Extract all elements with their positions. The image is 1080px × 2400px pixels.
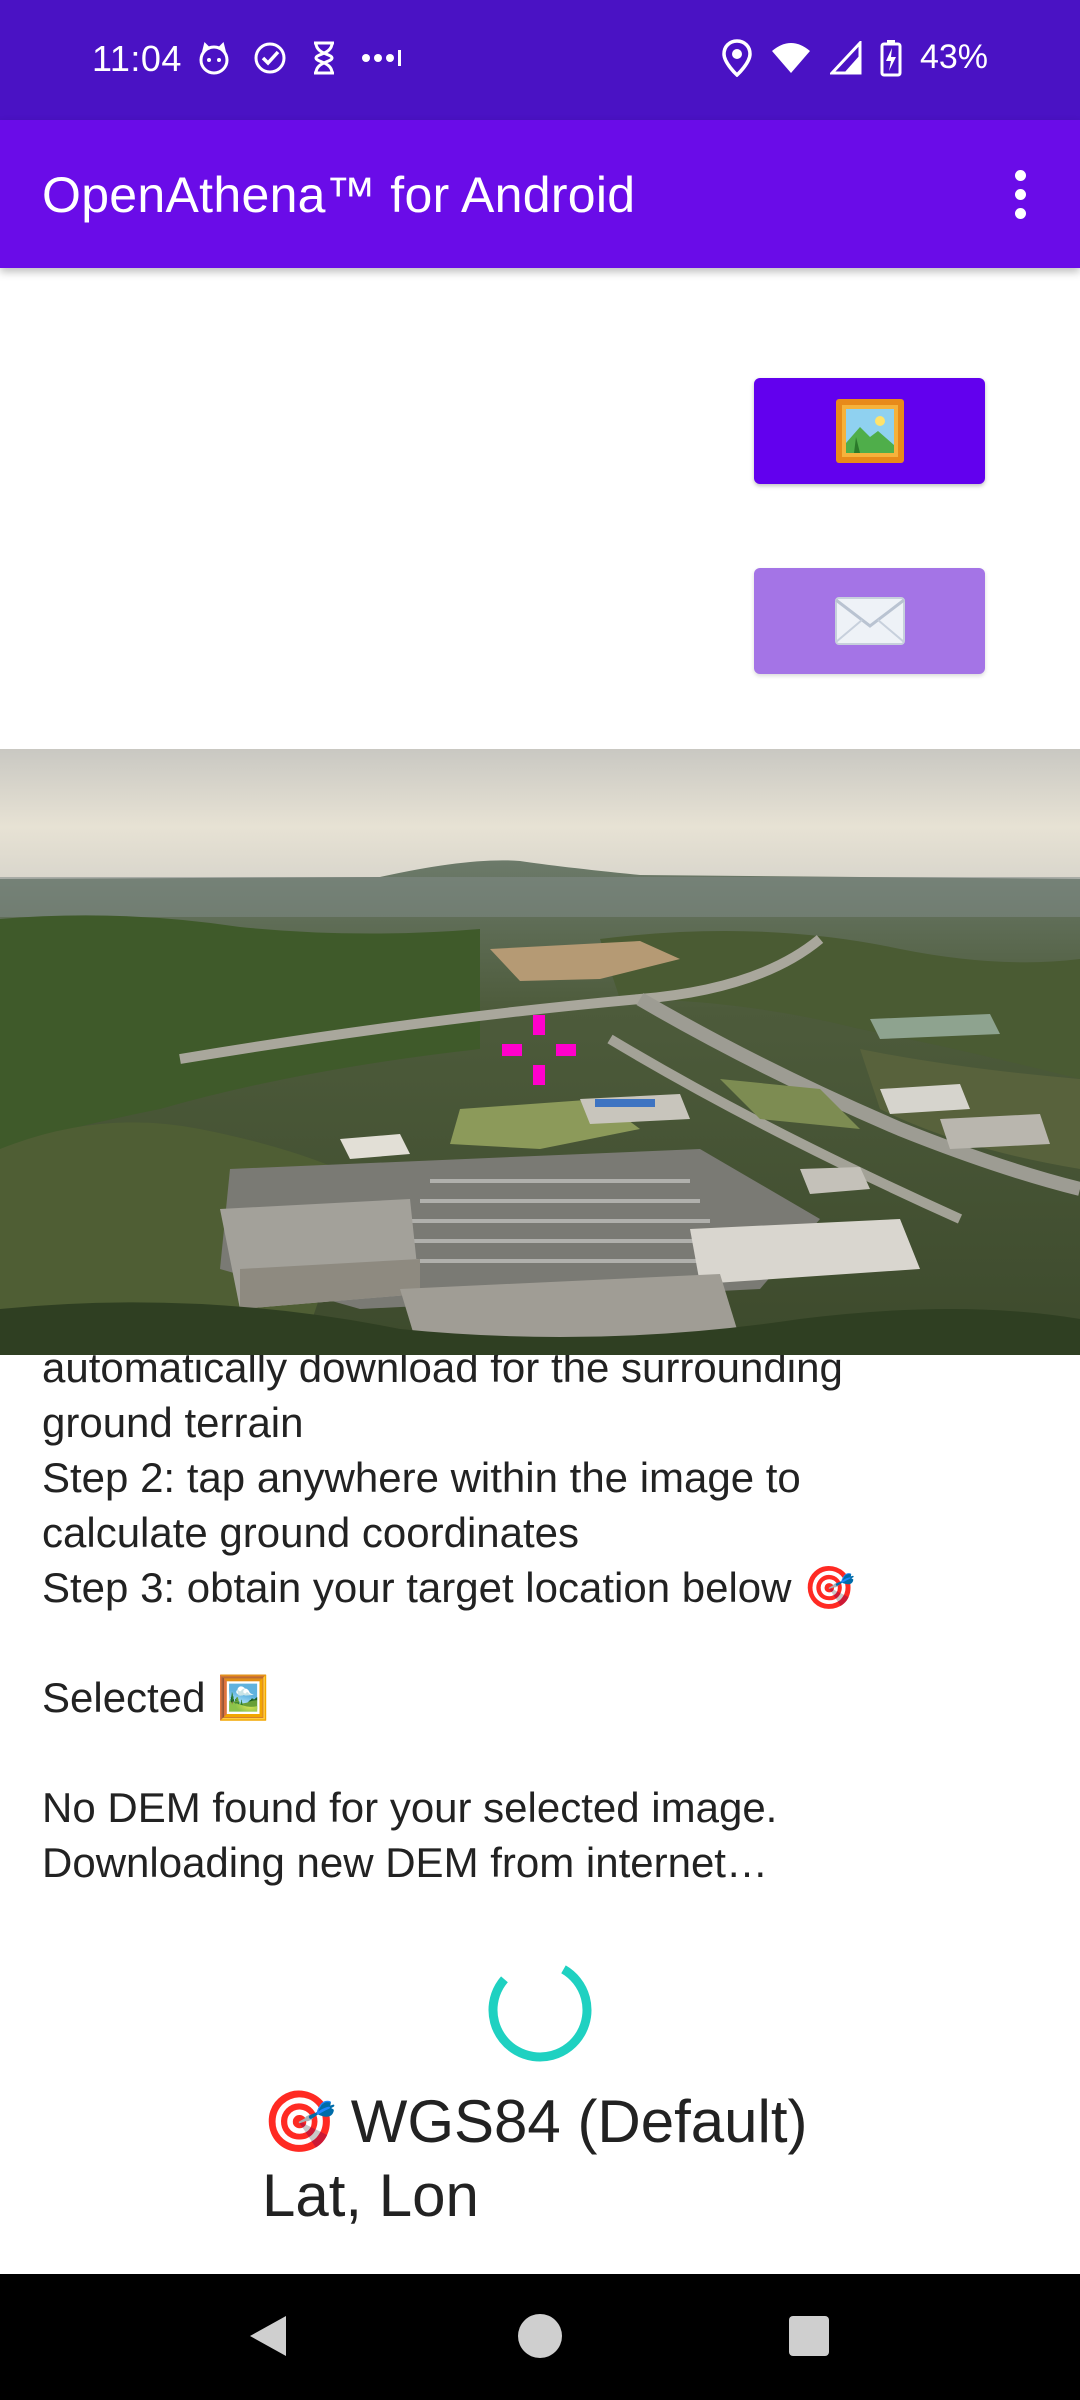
wifi-icon (771, 42, 810, 73)
screen: 11:04 43% OpenAthena™ for Android automa… (0, 0, 1080, 2400)
status-bar: 11:04 43% (0, 0, 1080, 120)
back-icon[interactable] (244, 2312, 292, 2360)
instructions-scroll[interactable]: automatically download for the surroundi… (0, 1355, 1080, 1955)
select-image-button[interactable] (754, 378, 985, 484)
more-dots-icon (362, 50, 401, 66)
send-email-button[interactable] (754, 568, 985, 674)
selected-status: Selected 🖼️ (42, 1674, 270, 1721)
hourglass-icon (314, 41, 334, 75)
check-circle-icon (254, 42, 286, 74)
coords-label: Lat, Lon (262, 2162, 479, 2229)
recent-apps-icon[interactable] (788, 2315, 830, 2357)
signal-icon (829, 40, 862, 74)
instruction-step-3: Step 3: obtain your target location belo… (42, 1564, 856, 1611)
battery-charging-icon (880, 39, 902, 76)
app-title: OpenAthena™ for Android (42, 167, 636, 223)
aerial-photo[interactable] (0, 749, 1080, 1355)
battery-percent: 43% (919, 38, 988, 76)
instructions-text: automatically download for the surroundi… (42, 1355, 1042, 1890)
coord-system-label: WGS84 (Default) (350, 2088, 808, 2155)
instruction-line: ground terrain (42, 1399, 304, 1446)
app-bar: OpenAthena™ for Android (0, 120, 1080, 268)
coord-system-row: 🎯 WGS84 (Default) (262, 2085, 808, 2159)
envelope-icon (834, 597, 905, 645)
dem-status-line: Downloading new DEM from internet… (42, 1839, 768, 1886)
home-icon[interactable] (516, 2312, 564, 2360)
loading-spinner (488, 1958, 592, 2062)
overflow-menu-icon[interactable] (990, 158, 1050, 230)
framed-picture-icon (835, 399, 904, 463)
status-time: 11:04 (92, 38, 182, 79)
instruction-line: calculate ground coordinates (42, 1509, 580, 1556)
cat-face-icon (199, 42, 229, 75)
dem-status-line: No DEM found for your selected image. (42, 1784, 778, 1831)
status-left-icons (196, 40, 404, 76)
location-icon (722, 38, 752, 77)
status-right: 43% (722, 38, 988, 77)
result-output: 🎯 WGS84 (Default) Lat, Lon (262, 2085, 808, 2233)
target-icon: 🎯 (262, 2088, 337, 2155)
instruction-partial-line: automatically download for the surroundi… (42, 1355, 843, 1391)
navigation-bar (0, 2274, 1080, 2400)
instruction-step-2: Step 2: tap anywhere within the image to (42, 1454, 801, 1501)
